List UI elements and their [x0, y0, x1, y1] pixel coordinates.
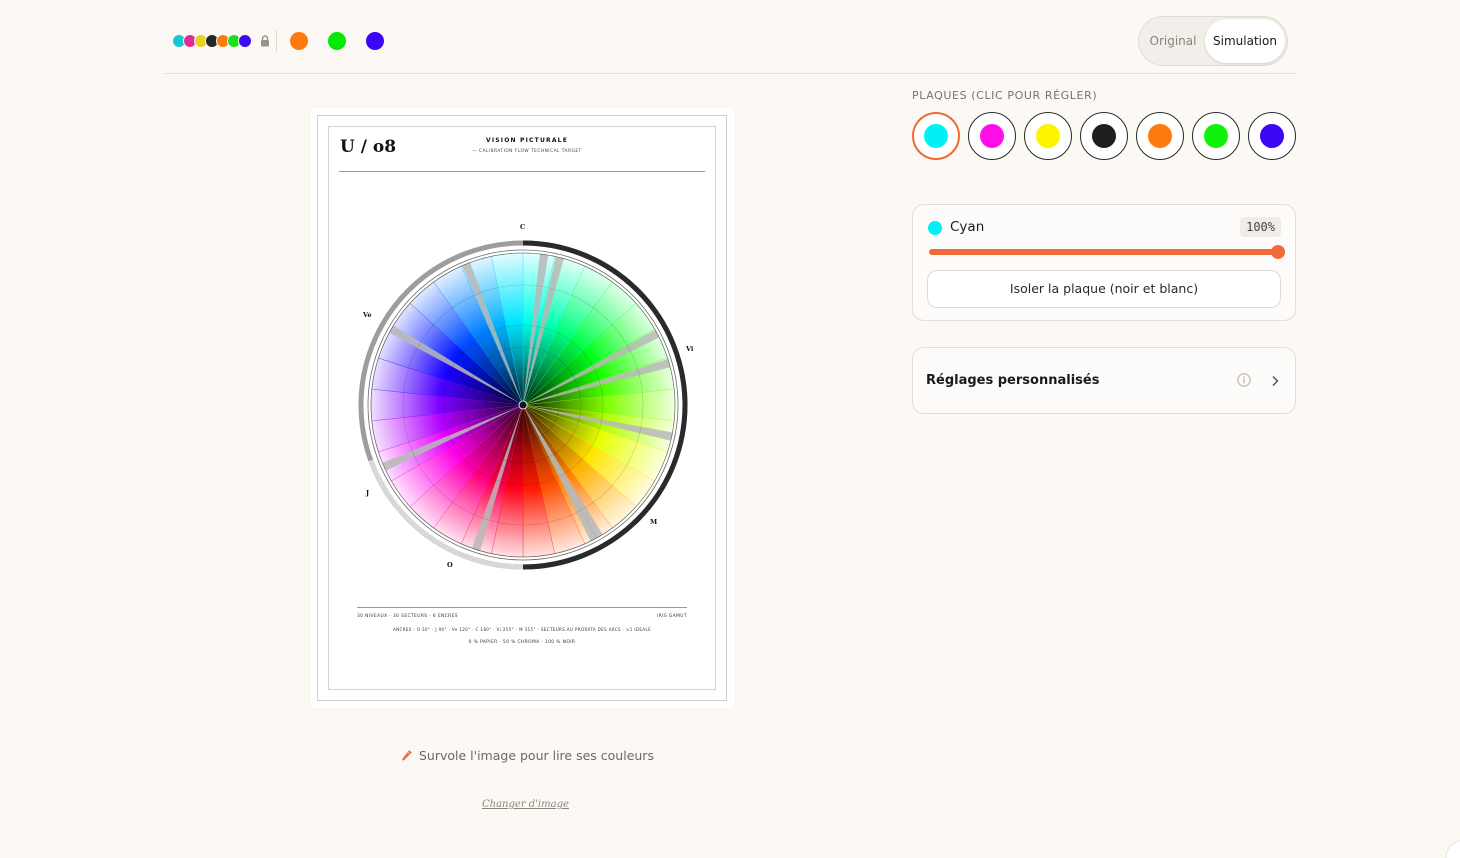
plate-yellow-swatch	[1036, 124, 1060, 148]
ink-settings-card: Cyan 100% Isoler la plaque (noir et blan…	[912, 204, 1296, 321]
footer-left: 30 NIVEAUX · 30 SECTEURS · 6 ENCRES	[357, 614, 458, 619]
plate-black-button[interactable]	[1080, 112, 1128, 160]
image-preview[interactable]: U / o8 VISION PICTURALE — CALIBRATION FL…	[310, 108, 735, 708]
hover-hint-text: Survole l'image pour lire ses couleurs	[419, 748, 654, 763]
plate-cyan-swatch	[924, 124, 948, 148]
ink-name: Cyan	[950, 219, 985, 235]
plate-green-swatch	[1204, 124, 1228, 148]
hover-hint: Survole l'image pour lire ses couleurs	[400, 748, 654, 763]
custom-settings-card[interactable]: Réglages personnalisés	[912, 347, 1296, 414]
chevron-right-icon[interactable]	[1271, 375, 1279, 387]
poster-inner: U / o8 VISION PICTURALE — CALIBRATION FL…	[328, 126, 716, 690]
plate-cyan-button[interactable]	[912, 112, 960, 160]
original-toggle-button[interactable]: Original	[1141, 19, 1205, 63]
axis-label-ve: Ve	[363, 311, 372, 319]
lock-icon[interactable]	[260, 35, 270, 47]
pipette-icon	[402, 750, 412, 761]
footer-line-2: ANCRES : O 30° · J 90° · Ve 120° · C 180…	[392, 627, 652, 632]
ink-percentage: 100%	[1240, 217, 1281, 237]
plate-green-button[interactable]	[1192, 112, 1240, 160]
view-toggle: Original Simulation	[1138, 16, 1288, 66]
isolate-plate-button[interactable]: Isoler la plaque (noir et blanc)	[927, 270, 1281, 308]
orange-ink-swatch[interactable]	[290, 32, 308, 50]
custom-settings-label: Réglages personnalisés	[926, 373, 1100, 388]
scroll-corner-icon	[1445, 839, 1460, 858]
violet-ink-swatch[interactable]	[366, 32, 384, 50]
ink-color-dot	[928, 221, 942, 235]
footer-rule	[357, 607, 687, 608]
plate-magenta-swatch	[980, 124, 1004, 148]
slider-thumb[interactable]	[1271, 245, 1285, 259]
simulation-toggle-button[interactable]: Simulation	[1205, 19, 1285, 63]
axis-label-c: C	[520, 223, 526, 231]
slider-fill	[929, 249, 1281, 255]
axis-label-m: M	[650, 518, 658, 526]
plates-label: PLAQUES (CLIC POUR RÉGLER)	[912, 89, 1098, 102]
change-image-link[interactable]: Changer d'image	[482, 799, 569, 810]
axis-label-vi: Vi	[686, 345, 694, 353]
footer-right: IRIS GAMUT	[657, 614, 687, 619]
plate-violet-button[interactable]	[1248, 112, 1296, 160]
wheel-center	[518, 400, 528, 410]
axis-label-o: O	[447, 561, 453, 569]
plate-orange-button[interactable]	[1136, 112, 1184, 160]
footer-line-3: 0 % PAPIER · 50 % CHROMA · 100 % NOIR	[468, 640, 576, 645]
violet-stack-dot	[238, 34, 252, 48]
ink-intensity-slider[interactable]	[929, 245, 1285, 259]
plate-violet-swatch	[1260, 124, 1284, 148]
plate-magenta-button[interactable]	[968, 112, 1016, 160]
plate-yellow-button[interactable]	[1024, 112, 1072, 160]
plate-orange-swatch	[1148, 124, 1172, 148]
poster-frame: U / o8 VISION PICTURALE — CALIBRATION FL…	[317, 115, 727, 701]
green-ink-swatch[interactable]	[328, 32, 346, 50]
info-icon[interactable]	[1237, 373, 1251, 387]
top-bar: Original Simulation	[164, 0, 1296, 74]
axis-label-j: J	[366, 489, 370, 497]
plate-black-swatch	[1092, 124, 1116, 148]
divider	[276, 30, 277, 52]
